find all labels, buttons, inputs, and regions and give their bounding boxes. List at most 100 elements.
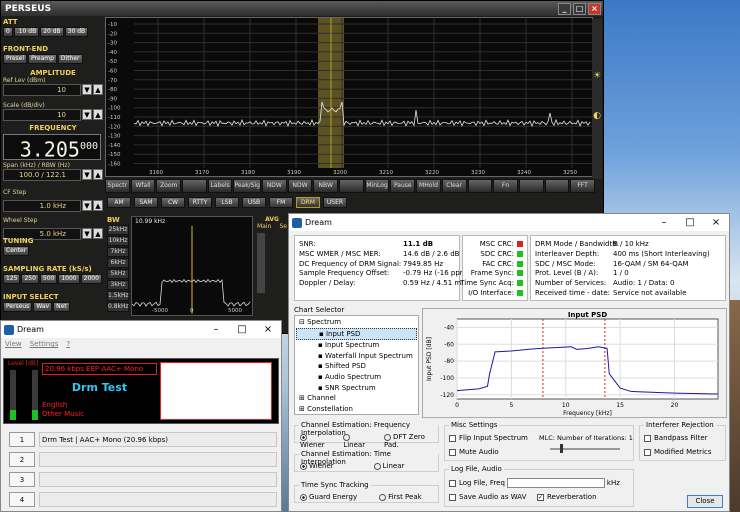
mode-sam[interactable]: SAM: [134, 197, 158, 208]
menu-item[interactable]: Settings: [30, 340, 59, 348]
time-interp-option-1[interactable]: Linear: [373, 462, 404, 470]
toolbar-button-18[interactable]: FFT: [570, 179, 595, 193]
toolbar-button-3[interactable]: [182, 179, 207, 193]
logfreq-input[interactable]: [506, 478, 605, 488]
tree-item[interactable]: ▪ Input Spectrum: [296, 340, 417, 351]
freq-interp-option-1[interactable]: Linear: [343, 433, 372, 449]
bw-0[interactable]: 25kHz: [107, 225, 129, 235]
close-button[interactable]: ×: [588, 2, 601, 15]
avg-slider[interactable]: [257, 233, 265, 293]
mode-cw[interactable]: CW: [161, 197, 185, 208]
sampling-button-0[interactable]: 125: [3, 274, 21, 284]
toolbar-button-15[interactable]: Fn: [493, 179, 518, 193]
toolbar-button-13[interactable]: Clear: [441, 179, 467, 193]
toolbar-button-7[interactable]: NDW: [287, 179, 313, 193]
sampling-button-4[interactable]: 2000: [80, 274, 102, 284]
flip-checkbox[interactable]: [449, 434, 456, 442]
ref-lev-value[interactable]: 10: [3, 84, 81, 96]
mlc-slider[interactable]: [550, 444, 620, 453]
frontend-button-1[interactable]: Preamp: [28, 54, 57, 64]
service-button[interactable]: 1: [9, 432, 35, 447]
maximize-button[interactable]: □: [229, 324, 255, 335]
att-button-0[interactable]: 0: [3, 27, 13, 37]
tree-item[interactable]: ⊞ Constellation: [296, 404, 417, 415]
bandpass-checkbox[interactable]: [644, 434, 651, 442]
span-down-icon[interactable]: ▼: [82, 169, 92, 180]
service-button[interactable]: 2: [9, 452, 35, 467]
cfstep-value[interactable]: 1.0 kHz: [3, 200, 81, 212]
scale-up-icon[interactable]: ▲: [93, 109, 103, 120]
mute-checkbox[interactable]: [449, 448, 456, 456]
center-button[interactable]: Center: [3, 246, 30, 256]
time-sync-option-0[interactable]: Guard Energy: [300, 493, 357, 501]
tree-item[interactable]: ▪ SNR Spectrum: [296, 383, 417, 394]
minimize-button[interactable]: –: [651, 217, 677, 228]
sampling-button-3[interactable]: 1000: [58, 274, 80, 284]
freq-interp-option-2[interactable]: DFT Zero Pad.: [383, 433, 438, 449]
service-button[interactable]: 4: [9, 492, 35, 507]
span-up-icon[interactable]: ▲: [93, 169, 103, 180]
toolbar-button-2[interactable]: Zoom: [156, 179, 182, 193]
toolbar-button-10[interactable]: MinLog: [364, 179, 390, 193]
tree-item[interactable]: ▪ Shifted PSD: [296, 361, 417, 372]
toolbar-button-5[interactable]: Peak/Sig: [233, 179, 261, 193]
tree-item[interactable]: ▪ Audio Spectrum: [296, 372, 417, 383]
input-button-1[interactable]: Wav: [33, 302, 53, 312]
service-button[interactable]: 3: [9, 472, 35, 487]
att-button-2[interactable]: 20 dB: [40, 27, 64, 37]
bw-6[interactable]: 1.5kHz: [107, 291, 129, 301]
toolbar-button-17[interactable]: [544, 179, 570, 193]
bw-4[interactable]: 5kHz: [107, 269, 129, 279]
mode-drm[interactable]: DRM: [296, 197, 320, 208]
time-sync-option-1[interactable]: First Peak: [379, 493, 422, 501]
bw-2[interactable]: 7kHz: [107, 247, 129, 257]
modified-checkbox[interactable]: [644, 448, 651, 456]
reverb-checkbox[interactable]: ✓: [537, 493, 544, 501]
toolbar-button-16[interactable]: [518, 179, 544, 193]
menu-item[interactable]: View: [5, 340, 22, 348]
mode-am[interactable]: AM: [107, 197, 131, 208]
time-interp-option-0[interactable]: Wiener: [300, 462, 334, 470]
att-button-3[interactable]: 30 dB: [64, 27, 89, 37]
mode-usb[interactable]: USB: [242, 197, 266, 208]
toolbar-button-0[interactable]: Spectr: [105, 179, 130, 193]
sampling-button-1[interactable]: 250: [21, 274, 39, 284]
mode-lsb[interactable]: LSB: [215, 197, 239, 208]
input-button-0[interactable]: Perseus: [3, 302, 33, 312]
toolbar-button-12[interactable]: MHold: [416, 179, 441, 193]
input-button-2[interactable]: Net: [53, 302, 70, 312]
toolbar-button-11[interactable]: Pause: [390, 179, 416, 193]
toolbar-button-1[interactable]: Wfall: [130, 179, 156, 193]
cf-up-icon[interactable]: ▲: [93, 200, 103, 211]
toolbar-button-6[interactable]: NDW: [262, 179, 287, 193]
scale-down-icon[interactable]: ▼: [82, 109, 92, 120]
minimize-button[interactable]: _: [558, 2, 571, 15]
scale-value[interactable]: 10: [3, 109, 81, 121]
maximize-button[interactable]: □: [677, 217, 703, 228]
toolbar-button-8[interactable]: NBW: [313, 179, 339, 193]
bw-1[interactable]: 10kHz: [107, 236, 129, 246]
close-button[interactable]: ×: [703, 217, 729, 228]
toolbar-button-9[interactable]: [339, 179, 364, 193]
freq-interp-option-0[interactable]: Wiener: [300, 433, 331, 449]
ref-up-icon[interactable]: ▲: [93, 84, 103, 95]
tree-item[interactable]: ▪ Waterfall Input Spectrum: [296, 351, 417, 362]
close-dialog-button[interactable]: Close: [687, 495, 723, 508]
sun-icon[interactable]: ☀: [592, 71, 602, 81]
sampling-button-2[interactable]: 500: [39, 274, 58, 284]
tree-item[interactable]: ⊞ Channel: [296, 393, 417, 404]
bw-5[interactable]: 3kHz: [107, 280, 129, 290]
mode-rtty[interactable]: RTTY: [188, 197, 212, 208]
cf-down-icon[interactable]: ▼: [82, 200, 92, 211]
tree-item[interactable]: ▪ Input PSD: [296, 327, 417, 341]
frequency-display[interactable]: 3.205000: [3, 134, 101, 162]
toolbar-button-4[interactable]: Labels: [207, 179, 233, 193]
span-value[interactable]: 100.0 / 122.1: [3, 169, 81, 181]
minimize-button[interactable]: –: [203, 324, 229, 335]
ref-down-icon[interactable]: ▼: [82, 84, 92, 95]
tree-item[interactable]: ⊟ Spectrum: [296, 317, 417, 328]
logfreq-checkbox[interactable]: [449, 479, 456, 487]
att-button-1[interactable]: .10 dB: [13, 27, 40, 37]
menu-item[interactable]: ?: [66, 340, 70, 348]
close-button[interactable]: ×: [255, 324, 281, 335]
